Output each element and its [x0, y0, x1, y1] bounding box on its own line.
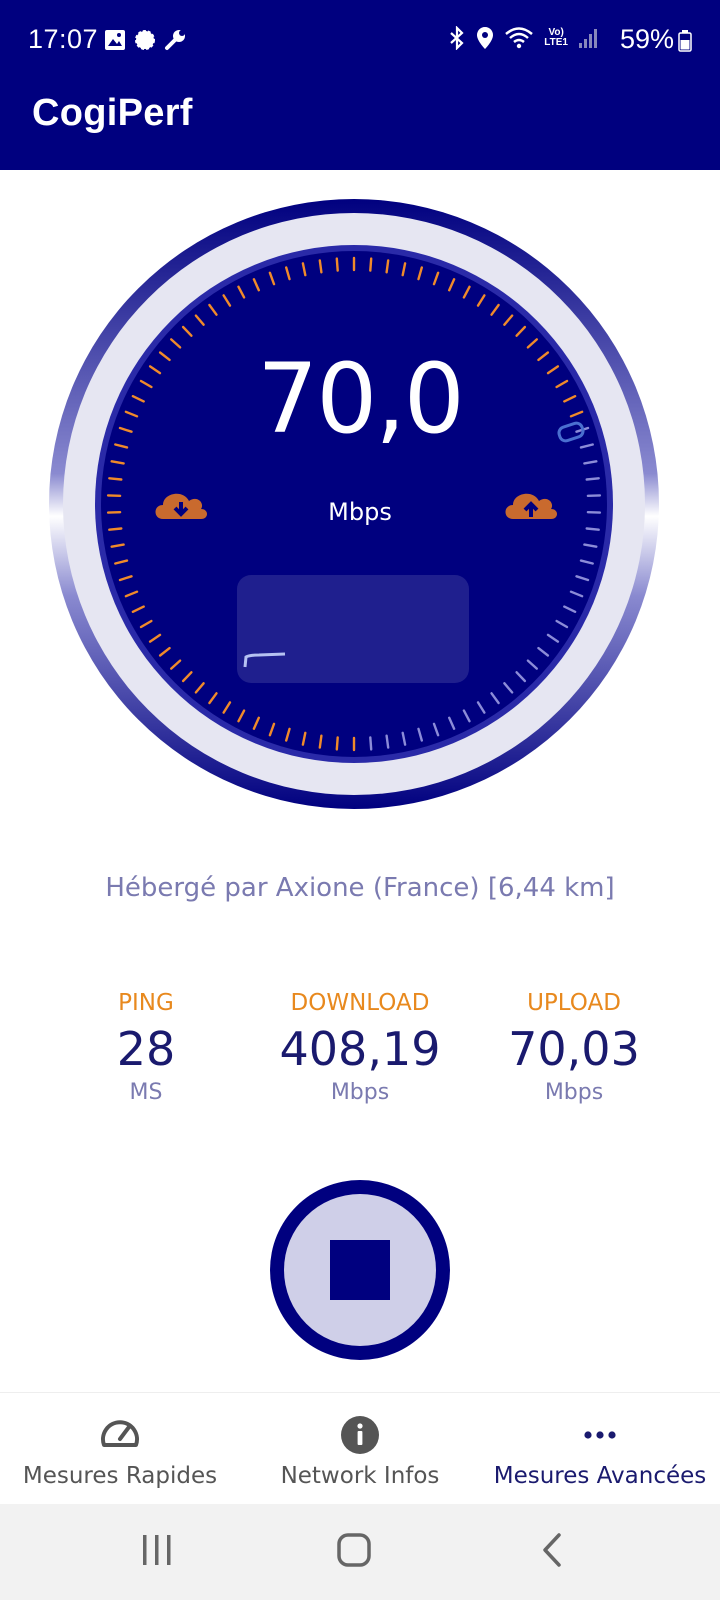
gauge-tick	[108, 477, 123, 481]
stop-icon	[330, 1240, 390, 1300]
speed-graph-panel	[237, 575, 469, 683]
top-app-bar: 17:07 Vo) LTE1 59% CogiPerf	[0, 0, 720, 170]
stat-ping-unit: MS	[129, 1080, 163, 1105]
info-icon	[341, 1416, 379, 1454]
stop-test-button[interactable]	[270, 1180, 450, 1360]
stop-button-inner	[284, 1194, 436, 1346]
nav-label-mesures-rapides: Mesures Rapides	[22, 1463, 218, 1489]
stat-upload-value: 70,03	[508, 1022, 640, 1076]
system-navigation-bar	[0, 1504, 720, 1600]
stat-upload-label: UPLOAD	[527, 990, 621, 1016]
gauge-tick	[385, 259, 390, 274]
stat-download-label: DOWNLOAD	[290, 990, 430, 1016]
gauge-tick	[108, 527, 123, 531]
bluetooth-icon	[450, 26, 464, 50]
gauge-tick	[369, 257, 373, 272]
gauge-tick	[318, 259, 323, 274]
wrench-icon	[165, 30, 185, 50]
gauge-tick	[335, 736, 339, 751]
nav-network-infos[interactable]: Network Infos	[240, 1393, 480, 1505]
gauge-tick	[369, 736, 373, 751]
speedometer-icon	[101, 1420, 139, 1447]
gauge-tick	[585, 477, 600, 481]
wifi-icon	[505, 27, 534, 49]
stat-ping: PING 28 MS	[36, 990, 256, 1105]
stat-upload: UPLOAD 70,03 Mbps	[464, 990, 684, 1105]
gauge-tick	[585, 527, 600, 531]
recent-apps-icon[interactable]	[140, 1532, 174, 1568]
home-icon[interactable]	[336, 1532, 372, 1568]
status-time: 17:07	[28, 24, 99, 54]
nav-mesures-avancees[interactable]: Mesures Avancées	[480, 1393, 720, 1505]
nav-mesures-rapides[interactable]: Mesures Rapides	[0, 1393, 240, 1505]
nav-label-network-infos: Network Infos	[280, 1463, 440, 1489]
cell-signal-icon	[579, 29, 597, 48]
signal-app-icon	[135, 30, 155, 50]
status-bar: 17:07 Vo) LTE1 59%	[0, 0, 720, 80]
battery-percent: 59%	[619, 24, 674, 54]
gauge-tick	[318, 734, 323, 749]
gauge-tick	[385, 734, 390, 749]
volte-icon: Vo) LTE1	[544, 28, 568, 48]
stat-download: DOWNLOAD 408,19 Mbps	[250, 990, 470, 1105]
gauge-speed-value: 70,0	[257, 343, 465, 455]
stat-upload-unit: Mbps	[544, 1080, 604, 1105]
back-icon[interactable]	[540, 1532, 564, 1568]
bottom-navigation: Mesures Rapides Network Infos Mesures Av…	[0, 1392, 720, 1505]
stat-ping-label: PING	[118, 990, 174, 1016]
app-title: CogiPerf	[32, 92, 193, 134]
gauge-speed-unit: Mbps	[328, 498, 392, 526]
lte-label: LTE1	[544, 37, 568, 48]
gallery-icon	[105, 30, 125, 50]
more-dots-icon	[584, 1431, 616, 1439]
location-icon	[477, 27, 494, 49]
stat-ping-value: 28	[116, 1022, 176, 1076]
stat-download-value: 408,19	[279, 1022, 441, 1076]
nav-label-mesures-avancees: Mesures Avancées	[493, 1463, 707, 1489]
stat-download-unit: Mbps	[330, 1080, 390, 1105]
battery-icon	[678, 30, 692, 52]
gauge-tick	[335, 257, 339, 272]
server-info: Hébergé par Axione (France) [6,44 km]	[105, 873, 615, 903]
